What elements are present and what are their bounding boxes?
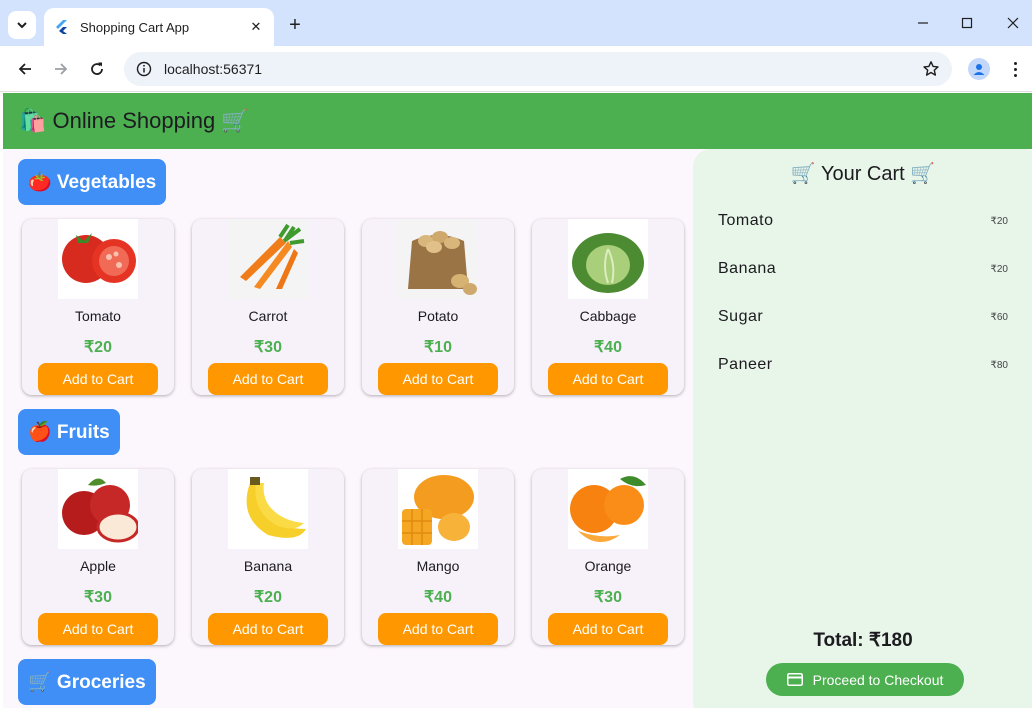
arrow-right-icon: [55, 63, 68, 75]
product-price: ₹40: [424, 589, 452, 606]
cart-panel: 🛒 Your Cart 🛒 Tomato ₹20 Banana ₹20 Suga…: [693, 149, 1032, 708]
add-to-cart-button[interactable]: Add to Cart: [378, 613, 498, 645]
add-to-cart-button[interactable]: Add to Cart: [208, 613, 328, 645]
browser-menu-button[interactable]: [1006, 58, 1024, 80]
product-card-potato: Potato ₹10 Add to Cart: [362, 219, 514, 395]
potato-image: [398, 219, 478, 299]
product-card-tomato: Tomato ₹20 Add to Cart: [22, 219, 174, 395]
app-root: 🛍️ Online Shopping 🛒 🍅 Vegetables Tomato…: [3, 93, 1032, 708]
cart-item: Banana ₹20: [718, 257, 1008, 281]
product-name: Mango: [416, 558, 460, 574]
maximize-button[interactable]: [956, 12, 978, 34]
product-card-cabbage: Cabbage ₹40 Add to Cart: [532, 219, 684, 395]
carrot-image: [228, 219, 308, 299]
product-name: Cabbage: [579, 308, 637, 324]
credit-card-icon: [786, 673, 803, 686]
product-name: Potato: [417, 308, 459, 324]
product-card-mango: Mango ₹40 Add to Cart: [362, 469, 514, 645]
back-button[interactable]: [13, 57, 37, 81]
product-name: Tomato: [75, 308, 121, 324]
tab-close-icon[interactable]: ✕: [248, 19, 264, 35]
product-name: Orange: [584, 558, 632, 574]
browser-tab[interactable]: Shopping Cart App ✕: [44, 8, 274, 46]
cart-item: Paneer ₹80: [718, 353, 1008, 377]
banana-image: [228, 469, 308, 549]
cart-item-name: Tomato: [718, 212, 774, 229]
product-price: ₹30: [254, 339, 282, 356]
address-bar[interactable]: localhost:56371: [124, 52, 952, 86]
cabbage-image: [568, 219, 648, 299]
add-to-cart-button[interactable]: Add to Cart: [38, 613, 158, 645]
maximize-icon: [961, 17, 973, 29]
cart-item: Sugar ₹60: [718, 305, 1008, 329]
app-title: 🛍️ Online Shopping 🛒: [19, 108, 249, 133]
chevron-down-icon: [17, 22, 27, 29]
add-to-cart-button[interactable]: Add to Cart: [548, 613, 668, 645]
browser-window: Shopping Cart App ✕ + localhost:56371 🛍️…: [0, 0, 1032, 708]
add-to-cart-button[interactable]: Add to Cart: [378, 363, 498, 395]
close-window-button[interactable]: [1002, 12, 1024, 34]
cart-item-price: ₹60: [990, 311, 1009, 323]
cart-item-name: Banana: [718, 260, 777, 277]
add-to-cart-button[interactable]: Add to Cart: [38, 363, 158, 395]
orange-image: [568, 469, 648, 549]
cart-item-price: ₹20: [990, 215, 1009, 227]
reload-button[interactable]: [85, 57, 109, 81]
add-to-cart-button[interactable]: Add to Cart: [208, 363, 328, 395]
reload-icon: [91, 62, 103, 75]
checkout-label: Proceed to Checkout: [812, 671, 944, 688]
url-text[interactable]: localhost:56371: [164, 61, 922, 77]
product-card-orange: Orange ₹30 Add to Cart: [532, 469, 684, 645]
mango-image: [398, 469, 478, 549]
product-price: ₹20: [84, 339, 112, 356]
cart-item-price: ₹80: [990, 359, 1009, 371]
flutter-icon: [56, 20, 67, 34]
cart-title: 🛒 Your Cart 🛒: [790, 163, 936, 185]
browser-titlebar: Shopping Cart App ✕ +: [0, 0, 1032, 46]
cart-item: Tomato ₹20: [718, 209, 1008, 233]
app-bar: 🛍️ Online Shopping 🛒: [3, 93, 1032, 149]
forward-button[interactable]: [49, 57, 73, 81]
product-name: Banana: [243, 558, 293, 574]
minimize-button[interactable]: [912, 12, 934, 34]
info-icon[interactable]: [136, 61, 152, 77]
product-price: ₹10: [424, 339, 452, 356]
apple-image: [58, 469, 138, 549]
person-icon: [973, 64, 985, 75]
arrow-left-icon: [18, 63, 31, 75]
checkout-button[interactable]: Proceed to Checkout: [766, 663, 964, 696]
product-name: Apple: [80, 558, 116, 574]
product-card-banana: Banana ₹20 Add to Cart: [192, 469, 344, 645]
product-price: ₹40: [594, 339, 622, 356]
tomato-image: [58, 219, 138, 299]
cart-item-price: ₹20: [990, 263, 1009, 275]
tab-title: Shopping Cart App: [80, 19, 190, 35]
product-price: ₹30: [594, 589, 622, 606]
product-card-apple: Apple ₹30 Add to Cart: [22, 469, 174, 645]
cart-item-name: Paneer: [718, 356, 773, 373]
cart-item-name: Sugar: [718, 308, 764, 325]
close-icon: [1007, 17, 1019, 29]
new-tab-button[interactable]: +: [284, 14, 306, 36]
section-chip-groceries[interactable]: 🛒 Groceries: [18, 659, 156, 705]
add-to-cart-button[interactable]: Add to Cart: [548, 363, 668, 395]
minimize-icon: [918, 22, 928, 24]
tab-search-button[interactable]: [8, 11, 36, 39]
browser-toolbar: localhost:56371: [0, 46, 1032, 92]
product-card-carrot: Carrot ₹30 Add to Cart: [192, 219, 344, 395]
product-name: Carrot: [248, 308, 288, 324]
product-price: ₹20: [254, 589, 282, 606]
star-icon[interactable]: [922, 60, 940, 78]
product-price: ₹30: [84, 589, 112, 606]
cart-total: Total: ₹180: [813, 630, 913, 651]
section-chip-fruits[interactable]: 🍎 Fruits: [18, 409, 120, 455]
profile-avatar[interactable]: [968, 58, 990, 80]
section-chip-vegetables[interactable]: 🍅 Vegetables: [18, 159, 167, 205]
